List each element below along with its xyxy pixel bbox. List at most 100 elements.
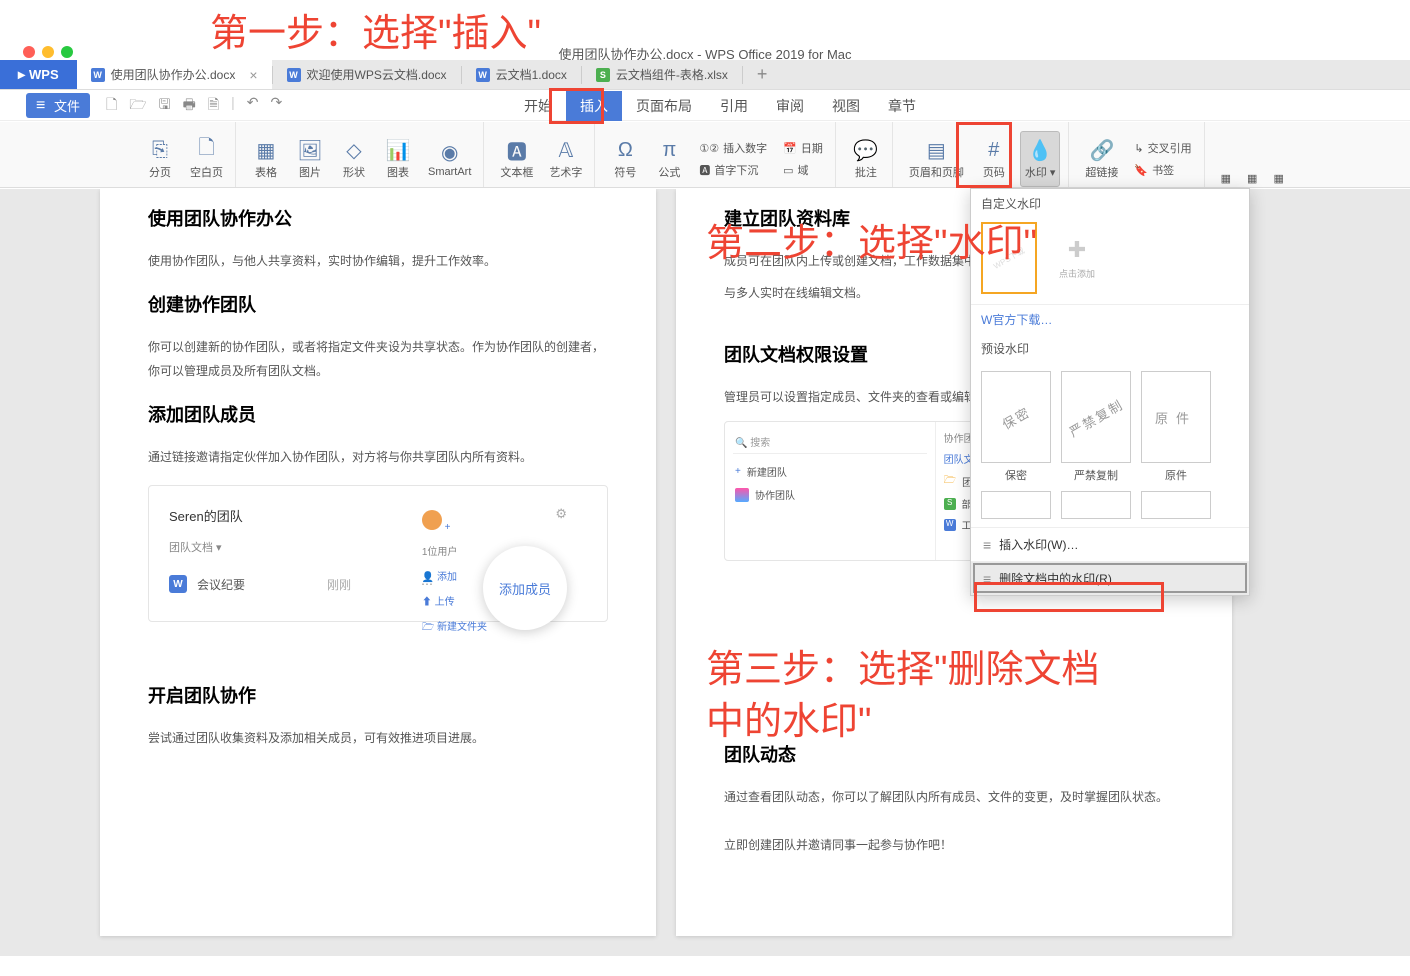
smartart-button[interactable]: ◉SmartArt xyxy=(424,131,475,187)
page-number-button[interactable]: #页码 xyxy=(976,131,1012,187)
preset-thumb-extra[interactable] xyxy=(1061,491,1131,519)
avatar-icon xyxy=(422,510,442,530)
chart-button[interactable]: 📊图表 xyxy=(380,131,416,187)
symbol-button[interactable]: Ω符号 xyxy=(607,131,643,187)
word-icon: W xyxy=(91,68,105,82)
paragraph: 立即创建团队并邀请同事一起参与协作吧！ xyxy=(724,833,1184,857)
table-icon: ▦ xyxy=(257,138,276,162)
hyperlink-button[interactable]: 🔗超链接 xyxy=(1081,131,1122,187)
paragraph: 通过查看团队动态，你可以了解团队内所有成员、文件的变更，及时掌握团队状态。 xyxy=(724,785,1184,809)
extra-button-3[interactable]: ▦ xyxy=(1269,170,1287,187)
table-button[interactable]: ▦表格 xyxy=(248,131,284,187)
equation-button[interactable]: π公式 xyxy=(651,131,687,187)
doc-tab-0[interactable]: W 使用团队协作办公.docx × xyxy=(77,60,272,89)
sheet-icon: S xyxy=(596,68,610,82)
watermark-button[interactable]: 💧水印 ▾ xyxy=(1020,131,1061,187)
add-tab-button[interactable]: + xyxy=(743,64,782,85)
doc-tab-1[interactable]: W 欢迎使用WPS云文档.docx xyxy=(273,60,461,89)
team-item[interactable]: 协作团队 xyxy=(733,483,927,506)
heading: 添加团队成员 xyxy=(148,401,608,427)
hyperlink-icon: 🔗 xyxy=(1089,138,1114,162)
insert-number-button[interactable]: ①②插入数字 xyxy=(695,138,771,158)
preset-thumb-confidential[interactable]: 保密 xyxy=(981,371,1051,463)
field-icon: ▭ xyxy=(783,164,793,177)
plus-icon: ✚ xyxy=(1068,237,1086,263)
remove-watermark-action[interactable]: ≡ 删除文档中的水印(R) xyxy=(971,561,1249,595)
textbox-icon: 🅰 xyxy=(507,138,527,162)
heading: 使用团队协作办公 xyxy=(148,205,608,231)
page-number-icon: # xyxy=(988,138,999,162)
insert-watermark-action[interactable]: ≡ 插入水印(W)… xyxy=(971,527,1249,561)
upload-link[interactable]: ⬆ 上传 xyxy=(422,593,487,608)
extra-button-2[interactable]: ▦ xyxy=(1243,170,1261,187)
document-tabbar: ▸WPS W 使用团队协作办公.docx × W 欢迎使用WPS云文档.docx… xyxy=(0,60,1410,90)
close-tab-icon[interactable]: × xyxy=(249,67,257,83)
ribbon-reference[interactable]: 引用 xyxy=(706,91,762,121)
preview-icon[interactable]: 🗎 xyxy=(208,94,219,118)
symbol-icon: Ω xyxy=(618,138,633,162)
extra-button-1[interactable]: ▦ xyxy=(1217,170,1235,187)
new-team-item[interactable]: +新建团队 xyxy=(733,460,927,483)
file-menu[interactable]: 文件 xyxy=(26,93,90,118)
new-folder-link[interactable]: 🗁 新建文件夹 xyxy=(422,618,487,637)
gear-icon[interactable]: ⚙ xyxy=(555,506,567,525)
heading: 创建协作团队 xyxy=(148,291,608,317)
shape-icon: ◇ xyxy=(346,138,361,162)
ribbon-view[interactable]: 视图 xyxy=(818,91,874,121)
perm-search[interactable]: 🔍 搜索 xyxy=(733,430,927,454)
dropcap-icon: 🅰 xyxy=(699,162,710,178)
team-card: Seren的团队⚙ 团队文档 ▾ W 会议纪要 刚刚 ⋯ + 1位用户 👤 添加… xyxy=(148,485,608,622)
preset-thumb-extra[interactable] xyxy=(1141,491,1211,519)
save-icon[interactable]: 🖫 xyxy=(159,94,171,118)
word-icon: W xyxy=(287,68,301,82)
add-watermark-button[interactable]: ✚点击添加 xyxy=(1049,222,1105,294)
shape-button[interactable]: ◇形状 xyxy=(336,131,372,187)
comment-button[interactable]: 💬批注 xyxy=(848,131,884,187)
menu-row: 文件 🗋 🗁 🖫 🖶 🗎 | ↶ ↷ 开始 插入 页面布局 引用 审阅 视图 章… xyxy=(0,91,1410,121)
team-title: Seren的团队 xyxy=(169,506,243,525)
download-link[interactable]: W官方下载… xyxy=(971,304,1249,334)
custom-watermark-thumb[interactable]: WPS下载 xyxy=(981,222,1037,294)
open-icon[interactable]: 🗁 xyxy=(129,94,146,118)
date-button[interactable]: 📅日期 xyxy=(779,138,827,158)
page-break-button[interactable]: ⎘分页 xyxy=(142,131,178,187)
remove-icon: ≡ xyxy=(983,571,991,587)
ribbon-chapter[interactable]: 章节 xyxy=(874,91,930,121)
field-button[interactable]: ▭域 xyxy=(779,160,827,180)
ribbon-start[interactable]: 开始 xyxy=(510,91,566,121)
preset-label: 严禁复制 xyxy=(1074,467,1118,483)
new-icon[interactable]: 🗋 xyxy=(106,94,117,118)
equation-icon: π xyxy=(663,138,677,162)
doc-tab-3[interactable]: S 云文档组件-表格.xlsx xyxy=(582,60,742,89)
dropcap-button[interactable]: 🅰首字下沉 xyxy=(695,160,771,180)
bookmark-button[interactable]: 🔖书签 xyxy=(1130,160,1195,180)
doc-tab-2[interactable]: W 云文档1.docx xyxy=(462,60,581,89)
cross-ref-button[interactable]: ↳交叉引用 xyxy=(1130,138,1195,158)
ribbon-review[interactable]: 审阅 xyxy=(762,91,818,121)
heading: 开启团队协作 xyxy=(148,682,608,708)
cross-ref-icon: ↳ xyxy=(1134,142,1143,155)
preset-thumb-original[interactable]: 原件 xyxy=(1141,371,1211,463)
comment-icon: 💬 xyxy=(853,138,878,162)
add-member-bubble[interactable]: 添加成员 xyxy=(483,546,567,630)
preset-thumb-nocopy[interactable]: 严禁复制 xyxy=(1061,371,1131,463)
ribbon-insert[interactable]: 插入 xyxy=(566,91,622,121)
textbox-button[interactable]: 🅰文本框 xyxy=(496,131,537,187)
heading: 团队动态 xyxy=(724,741,1184,767)
wps-home-tab[interactable]: ▸WPS xyxy=(0,60,77,89)
print-icon[interactable]: 🖶 xyxy=(183,94,196,118)
redo-icon[interactable]: ↷ xyxy=(270,94,282,118)
chart-icon: 📊 xyxy=(386,138,411,162)
picture-button[interactable]: 🖼图片 xyxy=(292,131,328,187)
add-link[interactable]: 👤 添加 xyxy=(422,568,487,583)
insert-icon: ≡ xyxy=(983,537,991,553)
undo-icon[interactable]: ↶ xyxy=(247,94,259,118)
header-footer-button[interactable]: ▤页眉和页脚 xyxy=(905,131,968,187)
blank-page-button[interactable]: 🗋空白页 xyxy=(186,131,227,187)
ribbon-layout[interactable]: 页面布局 xyxy=(622,91,706,121)
wordart-button[interactable]: 𝔸艺术字 xyxy=(545,131,586,187)
page-break-icon: ⎘ xyxy=(152,138,168,162)
preset-thumb-extra[interactable] xyxy=(981,491,1051,519)
preset-label: 原件 xyxy=(1165,467,1187,483)
preset-label: 保密 xyxy=(1005,467,1027,483)
